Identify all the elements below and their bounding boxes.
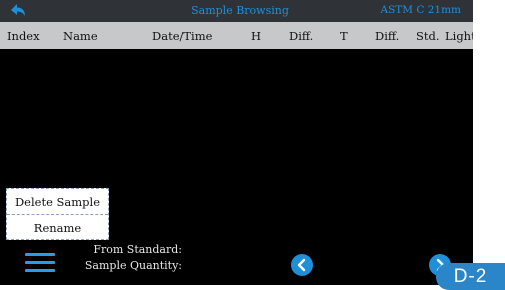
device-screen: Sample Browsing ASTM C 21mm Index Name D… — [0, 0, 473, 285]
column-header-datetime[interactable]: Date/Time — [152, 29, 212, 43]
figure-label-badge: D-2 — [436, 263, 505, 290]
column-header-t[interactable]: T — [340, 29, 348, 43]
column-header-light[interactable]: Light — [445, 29, 473, 43]
column-header-name[interactable]: Name — [63, 29, 98, 43]
rename-menu-item[interactable]: Rename — [7, 216, 108, 240]
chevron-left-icon — [297, 258, 306, 272]
column-header-h[interactable]: H — [251, 29, 261, 43]
delete-sample-menu-item[interactable]: Delete Sample — [7, 190, 108, 214]
table-header: Index Name Date/Time H Diff. T Diff. Std… — [0, 22, 473, 49]
column-header-t-diff[interactable]: Diff. — [375, 29, 399, 43]
page-title: Sample Browsing — [191, 4, 289, 17]
column-header-std[interactable]: Std. — [416, 29, 440, 43]
back-arrow-icon[interactable] — [9, 2, 27, 20]
hamburger-menu-icon[interactable] — [25, 250, 55, 274]
column-header-index[interactable]: Index — [7, 29, 40, 43]
context-menu: Delete Sample Rename — [6, 188, 109, 240]
title-bar: Sample Browsing ASTM C 21mm — [0, 0, 473, 22]
standard-label: ASTM C 21mm — [380, 4, 461, 16]
sample-quantity-label: Sample Quantity: — [84, 259, 182, 272]
menu-divider — [7, 214, 108, 215]
from-standard-label: From Standard: — [93, 243, 182, 256]
column-header-h-diff[interactable]: Diff. — [289, 29, 313, 43]
previous-page-button[interactable] — [291, 254, 313, 276]
